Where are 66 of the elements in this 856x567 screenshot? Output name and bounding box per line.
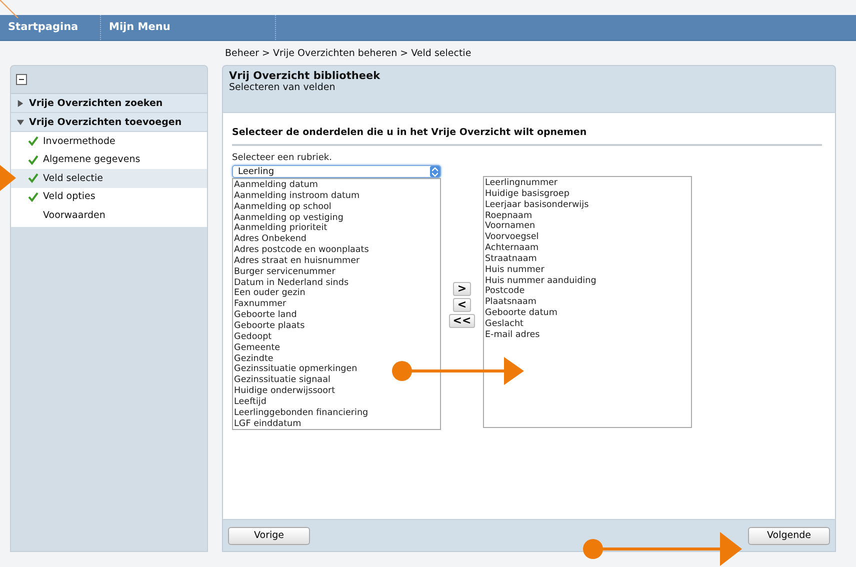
list-option[interactable]: Adres straat en huisnummer <box>234 256 360 267</box>
list-option[interactable]: Geboorte plaats <box>234 320 305 332</box>
sidebar-item[interactable]: Invoermethode <box>11 132 207 150</box>
sidebar-item[interactable]: Algemene gegevens <box>11 150 207 169</box>
sidebar-group[interactable]: Vrije Overzichten toevoegen <box>11 113 207 132</box>
list-option[interactable]: Achternaam <box>485 243 539 254</box>
collapsed-triangle-icon <box>17 100 24 106</box>
decorative-line <box>0 0 20 20</box>
list-option[interactable]: Aanmelding op school <box>234 202 332 213</box>
nav-link[interactable]: Startpagina <box>0 15 101 40</box>
selected-fields-list[interactable] <box>483 176 692 428</box>
list-option[interactable]: Gemeente <box>234 342 280 354</box>
list-option[interactable]: Plaatsnaam <box>485 297 536 308</box>
previous-button[interactable]: Vorige <box>228 526 310 544</box>
list-option[interactable]: Voornamen <box>485 221 536 232</box>
list-option[interactable]: Gezinssituatie opmerkingen <box>234 364 358 376</box>
list-option[interactable]: LGF einddatum <box>234 418 302 429</box>
field-label: Selecteer een rubriek. <box>232 153 333 163</box>
list-option[interactable]: Geslacht <box>485 318 524 330</box>
sidebar-item[interactable]: Voorwaarden <box>11 206 207 226</box>
list-option[interactable]: Huidige onderwijssoort <box>234 386 336 397</box>
list-option[interactable]: Geboorte datum <box>485 308 558 319</box>
sidebar-item[interactable]: Veld selectie <box>11 169 207 188</box>
list-option[interactable]: Gedoopt <box>234 332 272 343</box>
list-option[interactable]: Leerjaar basisonderwijs <box>485 200 589 211</box>
list-option[interactable]: Een ouder gezin <box>234 288 306 300</box>
list-option[interactable]: Faxnummer <box>234 299 286 310</box>
section-heading: Selecteer de onderdelen die u in het Vrije Overzicht wilt opnemen <box>232 123 822 146</box>
category-select[interactable]: Leerling <box>232 165 441 178</box>
list-option[interactable]: Gezinssituatie signaal <box>234 375 330 386</box>
list-option[interactable]: Huis nummer aanduiding <box>485 276 596 286</box>
list-option[interactable]: Huidige basisgroep <box>485 188 570 200</box>
panel-subtitle: Selecteren van velden <box>229 82 336 93</box>
list-option[interactable]: Straatnaam <box>485 254 537 265</box>
list-option[interactable]: Aanmelding instroom datum <box>234 190 360 202</box>
transfer-button[interactable]: < <box>453 298 471 312</box>
list-option[interactable]: Postcode <box>485 286 525 298</box>
list-option[interactable]: Gezindte <box>234 354 274 364</box>
list-option[interactable]: Aanmelding datum <box>234 180 318 191</box>
collapse-icon[interactable] <box>16 74 27 85</box>
next-button[interactable]: Volgende <box>748 526 830 544</box>
list-option[interactable]: Burger servicenummer <box>234 266 336 278</box>
list-option[interactable]: Leerlingnummer <box>485 178 558 189</box>
stepper-icon <box>430 166 440 177</box>
list-option[interactable]: E-mail adres <box>485 330 540 341</box>
list-option[interactable]: Geboorte land <box>234 310 297 321</box>
sidebar-group[interactable]: Vrije Overzichten zoeken <box>11 94 207 113</box>
available-fields-list[interactable] <box>232 178 441 430</box>
list-option[interactable]: Leerlinggebonden financiering <box>234 408 368 419</box>
expanded-triangle-icon <box>17 118 24 126</box>
list-option[interactable]: Adres postcode en woonplaats <box>234 245 369 256</box>
nav-link[interactable]: Mijn Menu <box>101 15 276 40</box>
list-option[interactable]: Huis nummer <box>485 264 544 276</box>
list-option[interactable]: Leeftijd <box>234 396 266 408</box>
list-option[interactable]: Voorvoegsel <box>485 232 539 244</box>
breadcrumb: Beheer > Vrije Overzichten beheren > Veld selectie <box>225 48 472 58</box>
list-option[interactable]: Adres Onbekend <box>234 234 307 246</box>
list-option[interactable]: Aanmelding op vestiging <box>234 212 344 224</box>
transfer-button[interactable]: > <box>453 282 471 296</box>
panel-title: Vrij Overzicht bibliotheek <box>229 70 382 82</box>
list-option[interactable]: Aanmelding prioriteit <box>234 223 328 234</box>
pointer-arrow <box>0 165 16 191</box>
sidebar-item[interactable]: Veld opties <box>11 188 207 206</box>
transfer-button[interactable]: << <box>448 314 476 328</box>
list-option[interactable]: Datum in Nederland sinds <box>234 278 349 288</box>
list-option[interactable]: Roepnaam <box>485 210 532 222</box>
